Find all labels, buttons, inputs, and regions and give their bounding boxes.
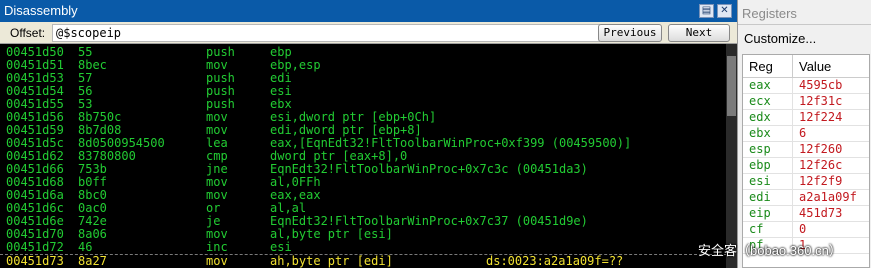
register-row-ecx[interactable]: ecx 12f31c <box>743 94 869 110</box>
instruction-row[interactable]: 00451d50 55 push ebp <box>0 46 737 59</box>
register-row-ebx[interactable]: ebx 6 <box>743 126 869 142</box>
registers-window: Registers Customize... Reg Value eax 4595… <box>737 0 871 268</box>
instruction-bytes: 8a27 <box>78 254 107 268</box>
register-value[interactable]: 12f224 <box>799 110 842 125</box>
instruction-annotation: ds:0023:a2a1a09f=?? <box>486 254 624 268</box>
register-name: ecx <box>749 94 771 108</box>
registers-divider <box>738 24 871 25</box>
scrollbar-thumb[interactable] <box>727 56 736 116</box>
register-name: edi <box>749 190 771 204</box>
instruction-row[interactable]: 00451d70 8a06 mov al,byte ptr [esi] <box>0 228 737 241</box>
next-button[interactable]: Next <box>668 24 730 42</box>
register-value[interactable]: a2a1a09f <box>799 190 857 205</box>
register-name: cf <box>749 222 764 236</box>
instruction-mnemonic: inc <box>206 240 228 254</box>
registers-table: Reg Value eax 4595cb ecx 12f31c edx 12f224 ebx… <box>742 54 870 268</box>
register-value[interactable]: 4595cb <box>799 78 842 93</box>
col-value-header[interactable]: Value <box>799 59 831 74</box>
offset-input[interactable] <box>52 24 600 42</box>
register-name: ebp <box>749 158 771 172</box>
register-row-cf[interactable]: cf 0 <box>743 222 869 238</box>
register-row-eip[interactable]: eip 451d73 <box>743 206 869 222</box>
instruction-row[interactable]: 00451d68 b0ff mov al,0FFh <box>0 176 737 189</box>
vertical-scrollbar[interactable] <box>726 44 737 268</box>
instruction-row[interactable]: 00451d51 8bec mov ebp,esp <box>0 59 737 72</box>
instruction-row[interactable]: 00451d72 46 inc esi <box>0 241 737 254</box>
customize-button[interactable]: Customize... <box>744 31 816 46</box>
disassembly-title: Disassembly <box>4 3 78 18</box>
register-name: esi <box>749 174 771 188</box>
instruction-operands: ah,byte ptr [edi] <box>270 254 393 268</box>
disassembly-window: Disassembly ▤ ✕ Offset: Previous Next 00… <box>0 0 737 268</box>
instruction-bytes: 46 <box>78 240 93 254</box>
register-row-eax[interactable]: eax 4595cb <box>743 78 869 94</box>
register-row-esp[interactable]: esp 12f260 <box>743 142 869 158</box>
register-row-edx[interactable]: edx 12f224 <box>743 110 869 126</box>
register-value[interactable]: 6 <box>799 126 806 141</box>
instruction-operands: esi <box>270 240 292 254</box>
instruction-row[interactable]: 00451d53 57 push edi <box>0 72 737 85</box>
register-value[interactable]: 12f260 <box>799 142 842 157</box>
register-value[interactable]: 12f31c <box>799 94 842 109</box>
window-menu-icon[interactable]: ▤ <box>699 4 714 18</box>
register-name: esp <box>749 142 771 156</box>
instruction-address: 00451d72 <box>6 240 64 254</box>
register-value[interactable]: 0 <box>799 222 806 237</box>
register-name: eip <box>749 206 771 220</box>
register-name: edx <box>749 110 771 124</box>
register-value[interactable]: 12f26c <box>799 158 842 173</box>
previous-button[interactable]: Previous <box>598 24 662 42</box>
offset-toolbar: Offset: Previous Next <box>0 22 737 44</box>
registers-title: Registers <box>742 6 797 21</box>
register-name: ebx <box>749 126 771 140</box>
register-row-ebp[interactable]: ebp 12f26c <box>743 158 869 174</box>
instruction-row[interactable]: 00451d66 753b jne EqnEdt32!FltToolbarWinPro… <box>0 163 737 176</box>
watermark-text: 安全客（bobao.360.cn） <box>698 243 842 258</box>
disassembly-title-bar[interactable]: Disassembly ▤ ✕ <box>0 0 737 22</box>
register-value[interactable]: 12f2f9 <box>799 174 842 189</box>
offset-label: Offset: <box>10 26 46 40</box>
instruction-address: 00451d73 <box>6 254 64 268</box>
current-instruction-row[interactable]: 00451d73 8a27 mov ah,byte ptr [edi] ds:0023:… <box>0 254 737 268</box>
disassembly-code-view[interactable]: 00451d50 55 push ebp 00451d51 8bec mov ebp,esp 0… <box>0 44 737 268</box>
instruction-row[interactable]: 00451d54 56 push esi <box>0 85 737 98</box>
instruction-row[interactable]: 00451d6a 8bc0 mov eax,eax <box>0 189 737 202</box>
register-row-edi[interactable]: edi a2a1a09f <box>743 190 869 206</box>
instruction-mnemonic: mov <box>206 254 228 268</box>
register-row-esi[interactable]: esi 12f2f9 <box>743 174 869 190</box>
registers-header: Reg Value <box>743 55 869 78</box>
col-reg-header[interactable]: Reg <box>749 59 773 74</box>
register-value[interactable]: 451d73 <box>799 206 842 221</box>
register-name: eax <box>749 78 771 92</box>
close-icon[interactable]: ✕ <box>717 4 732 18</box>
